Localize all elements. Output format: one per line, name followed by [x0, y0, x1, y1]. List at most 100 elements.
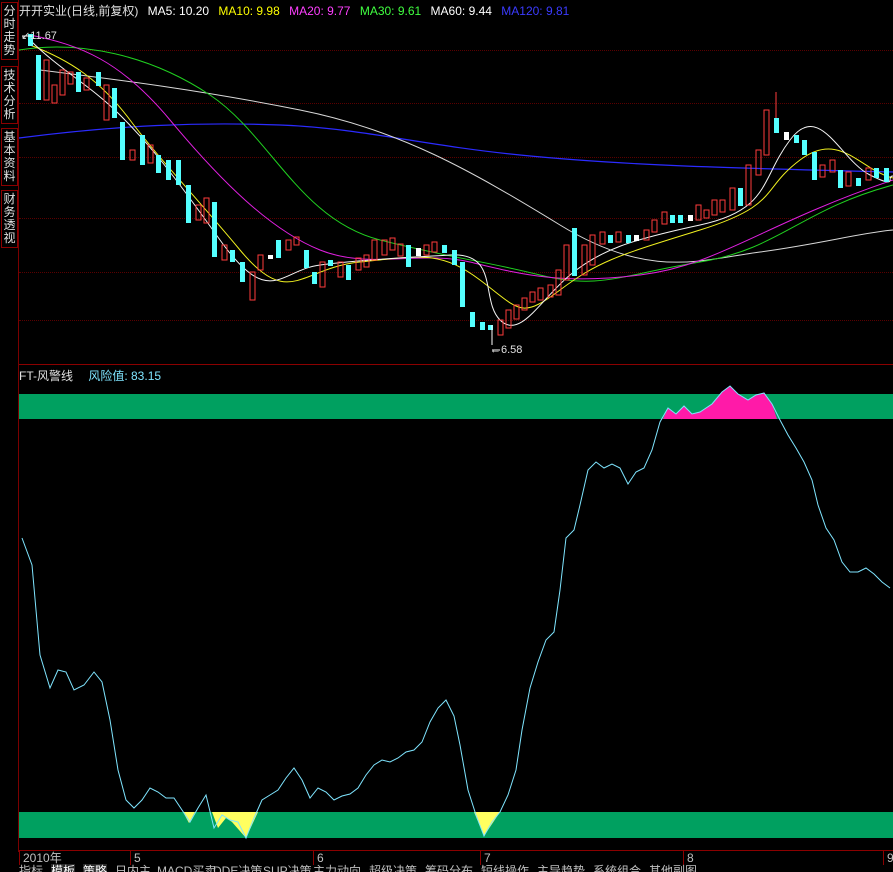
- candle: [626, 235, 631, 243]
- candle: [328, 260, 333, 266]
- candle: [563, 244, 570, 281]
- arrow-icon: ←: [490, 344, 501, 356]
- tab-other-subcharts[interactable]: 其他副图: [649, 864, 697, 872]
- low-price-label: ←6.58: [490, 344, 522, 356]
- indicator-name: FT-风警线: [19, 369, 73, 383]
- time-label: 6: [313, 851, 324, 865]
- candle: [452, 250, 457, 265]
- chart-canvas: [18, 34, 893, 840]
- high-price-label: ↙11.67: [21, 29, 57, 42]
- candle: [112, 88, 117, 118]
- time-axis: 2010年 5 6 7 8 9: [19, 850, 893, 865]
- candle: [51, 84, 58, 104]
- candle: [784, 132, 789, 140]
- tab-template[interactable]: 模板: [51, 864, 76, 872]
- tab-main-trend[interactable]: 主导趋势: [537, 864, 585, 872]
- candle: [599, 231, 606, 245]
- candle: [581, 244, 588, 276]
- risk-value-line: [21, 385, 891, 840]
- candle: [221, 244, 228, 261]
- candle: [381, 239, 388, 256]
- candle: [729, 187, 736, 211]
- candle: [140, 135, 145, 165]
- tab-macd[interactable]: MACD买卖: [157, 864, 216, 872]
- risk-value: 风险值: 83.15: [88, 369, 162, 383]
- tab-chip-distribution[interactable]: 筹码分布: [425, 864, 473, 872]
- candle: [120, 122, 125, 160]
- bottom-tab-bar: 指标 模板 策略 日内主 MACD买卖 DDE决策 SUP决策 主力动向 超级决…: [19, 864, 893, 872]
- time-label: 8: [683, 851, 694, 865]
- candle: [802, 140, 807, 155]
- tab-strategy[interactable]: 策略: [83, 864, 108, 872]
- candle: [719, 199, 726, 213]
- indicator-header: FT-风警线 风险值: 83.15: [19, 367, 161, 384]
- candle: [76, 72, 81, 92]
- candle: [285, 239, 292, 251]
- tab-main-force[interactable]: 主力动向: [313, 864, 361, 872]
- candle: [43, 59, 50, 101]
- candle: [529, 291, 536, 303]
- candle: [186, 185, 191, 223]
- candle: [480, 322, 485, 330]
- candle: [856, 178, 861, 186]
- candle: [257, 254, 264, 271]
- candle: [176, 160, 181, 185]
- candle: [678, 215, 683, 223]
- tab-indicator[interactable]: 指标: [19, 864, 43, 872]
- candle: [634, 235, 639, 241]
- candle: [59, 69, 66, 96]
- candle: [608, 235, 613, 243]
- candle: [774, 118, 779, 133]
- candle: [711, 199, 718, 216]
- tab-intraday-main[interactable]: 日内主: [115, 864, 151, 872]
- tab-short-term[interactable]: 短线操作: [481, 864, 529, 872]
- candle: [615, 231, 622, 243]
- candle: [312, 272, 317, 284]
- time-label: 9: [883, 851, 893, 865]
- candle: [470, 312, 475, 327]
- tab-super-decision[interactable]: 超级决策: [369, 864, 417, 872]
- candle: [651, 219, 658, 233]
- candle: [572, 228, 577, 276]
- candle: [230, 250, 235, 262]
- candle: [319, 261, 326, 288]
- candle: [661, 211, 668, 225]
- tab-dde[interactable]: DDE决策: [213, 864, 262, 872]
- candle: [337, 261, 344, 278]
- candle: [794, 135, 799, 143]
- low-price-value: 6.58: [501, 344, 523, 356]
- candle: [166, 160, 171, 180]
- ma30-line: [18, 46, 893, 282]
- candle: [874, 168, 879, 178]
- candle: [355, 257, 362, 271]
- tab-system-combo[interactable]: 系统组合: [593, 864, 641, 872]
- candle: [695, 204, 702, 221]
- candle: [812, 152, 817, 180]
- candle: [819, 164, 826, 178]
- candle: [268, 255, 273, 259]
- candle: [212, 202, 217, 257]
- high-price-value: 11.67: [30, 30, 57, 42]
- candle: [688, 215, 693, 221]
- time-label: 5: [130, 851, 141, 865]
- candle: [96, 72, 101, 86]
- candle: [763, 109, 770, 156]
- candle: [703, 209, 710, 219]
- candle: [884, 168, 889, 182]
- candle: [670, 215, 675, 223]
- candle: [745, 164, 752, 206]
- candle: [431, 241, 438, 253]
- candle: [537, 287, 544, 301]
- candle: [755, 149, 762, 176]
- tab-sup[interactable]: SUP决策: [263, 864, 312, 872]
- bottom-warning-band: [19, 812, 893, 838]
- candlesticks: [28, 34, 889, 345]
- candle: [240, 262, 245, 282]
- candle: [346, 265, 351, 280]
- candle: [845, 171, 852, 187]
- candle: [416, 248, 421, 256]
- candle: [276, 240, 281, 258]
- candle: [304, 250, 309, 268]
- time-label: 2010年: [19, 851, 62, 865]
- candle: [129, 149, 136, 161]
